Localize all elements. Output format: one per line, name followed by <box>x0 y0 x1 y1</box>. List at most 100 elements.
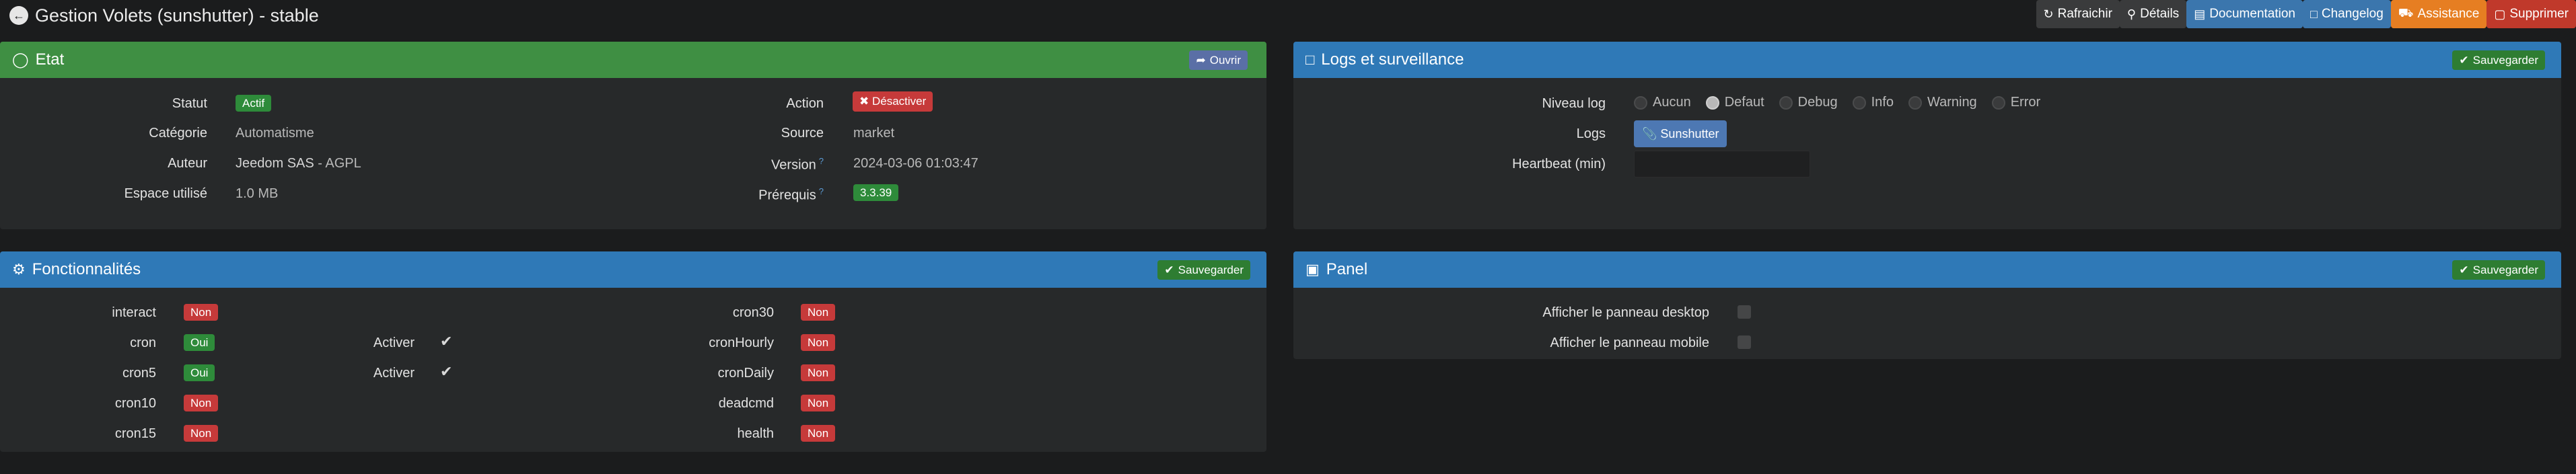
save-button[interactable]: ✔ Sauvegarder <box>1157 260 1250 280</box>
trash-icon: ▢ <box>2494 7 2506 21</box>
radio-error[interactable]: Error <box>1991 95 2040 110</box>
feature-name: deadcmd <box>718 396 774 411</box>
espace-value: 1.0 MB <box>236 186 279 201</box>
panel-panel-header: ▣ Panel ✔ Sauvegarder <box>1293 251 2561 288</box>
feature-name: cron15 <box>114 426 156 441</box>
feature-name: cron <box>130 335 156 350</box>
feature-name: cron30 <box>732 305 774 320</box>
help-icon[interactable]: ? <box>819 186 824 196</box>
categorie-label: Catégorie <box>149 126 207 141</box>
categorie-value: Automatisme <box>236 126 314 141</box>
radio-info[interactable]: Info <box>1852 95 1894 110</box>
changelog-button[interactable]: □ Changelog <box>2303 0 2391 28</box>
logs-panel: □ Logs et surveillance ✔ Sauvegarder Nive… <box>1293 42 2561 229</box>
ambulance-icon: ⛟ <box>2398 6 2414 19</box>
feature-name: cronDaily <box>717 366 774 381</box>
etat-panel: ◯ Etat ➦ Ouvrir Statut Actif Catégorie Au… <box>0 42 1266 229</box>
activer-label: Activer <box>373 366 415 381</box>
open-button[interactable]: ➦ Ouvrir <box>1189 50 1248 70</box>
deactivate-button[interactable]: ✖ Désactiver <box>853 91 933 112</box>
version-label: Version? <box>771 156 824 173</box>
logs-title: Logs et surveillance <box>1321 50 1464 69</box>
save-button[interactable]: ✔ Sauvegarder <box>2452 50 2545 70</box>
feature-status-badge: Non <box>801 395 836 411</box>
fonctionnalites-title: Fonctionnalités <box>32 260 141 278</box>
heartbeat-input[interactable] <box>1634 151 1810 177</box>
feature-status-badge: Oui <box>184 364 215 381</box>
feature-name: cronHourly <box>709 335 774 350</box>
prerequis-badge: 3.3.39 <box>853 184 899 201</box>
action-label: Action <box>786 96 824 111</box>
feature-name: health <box>737 426 775 441</box>
check-circle-icon: ✔ <box>2459 263 2469 276</box>
fonctionnalites-panel-header: ⚙ Fonctionnalités ✔ Sauvegarder <box>0 251 1266 288</box>
laptop-icon: ▣ <box>1305 261 1320 278</box>
fonctionnalites-panel: ⚙ Fonctionnalités ✔ Sauvegarder interact … <box>0 251 1266 452</box>
panel-title: Panel <box>1326 260 1368 278</box>
check-circle-icon: ✔ <box>2459 53 2469 67</box>
feature-status-badge: Non <box>801 364 836 381</box>
book-icon: ▤ <box>2194 7 2206 21</box>
file-icon: □ <box>2310 7 2318 21</box>
feature-status-badge: Non <box>801 304 836 321</box>
desktop-panel-label: Afficher le panneau desktop <box>1542 305 1709 320</box>
help-icon[interactable]: ? <box>819 156 824 166</box>
mobile-panel-label: Afficher le panneau mobile <box>1550 335 1709 350</box>
heartbeat-label: Heartbeat (min) <box>1512 157 1606 171</box>
radio-aucun[interactable]: Aucun <box>1634 95 1691 110</box>
file-icon: □ <box>1305 51 1315 68</box>
auteur-value: Jeedom SAS - AGPL <box>236 156 361 171</box>
save-button[interactable]: ✔ Sauvegarder <box>2452 260 2545 280</box>
share-icon: ➦ <box>1196 53 1206 67</box>
log-level-radio-group: Aucun Defaut Debug Info Warning Error <box>1634 95 2040 110</box>
radio-defaut[interactable]: Defaut <box>1705 95 1764 110</box>
refresh-icon: ↻ <box>2043 7 2054 21</box>
panel-panel: ▣ Panel ✔ Sauvegarder Afficher le panneau… <box>1293 251 2561 359</box>
paperclip-icon: 📎 <box>1642 127 1661 141</box>
refresh-button[interactable]: ↻ Rafraichir <box>2036 0 2120 28</box>
search-icon: ⚲ <box>2126 7 2137 21</box>
delete-button[interactable]: ▢ Supprimer <box>2486 0 2576 28</box>
radio-warning[interactable]: Warning <box>1908 95 1977 110</box>
prerequis-label: Prérequis? <box>758 186 824 203</box>
radio-debug[interactable]: Debug <box>1779 95 1838 110</box>
check-icon[interactable]: ✔ <box>440 333 452 350</box>
source-label: Source <box>781 126 824 141</box>
niveau-log-label: Niveau log <box>1542 96 1606 111</box>
logs-label: Logs <box>1576 126 1606 141</box>
circle-notch-icon: ◯ <box>12 51 29 68</box>
feature-status-badge: Non <box>184 425 219 442</box>
feature-name: interact <box>112 305 156 320</box>
desktop-panel-checkbox[interactable] <box>1738 305 1751 319</box>
toolbar: ↻ Rafraichir ⚲ Détails ▤ Documentation □ Cha… <box>2036 0 2576 28</box>
version-value: 2024-03-06 01:03:47 <box>853 156 978 171</box>
auteur-label: Auteur <box>168 156 207 171</box>
logs-panel-header: □ Logs et surveillance ✔ Sauvegarder <box>1293 42 2561 78</box>
times-icon: ✖ <box>859 95 872 108</box>
page-title: Gestion Volets (sunshutter) - stable <box>35 5 319 26</box>
feature-name: cron5 <box>122 366 156 381</box>
espace-label: Espace utilisé <box>124 186 207 201</box>
assistance-button[interactable]: ⛟ Assistance <box>2390 0 2487 28</box>
check-circle-icon: ✔ <box>1164 263 1174 276</box>
cogs-icon: ⚙ <box>12 261 26 278</box>
sunshutter-log-button[interactable]: 📎 Sunshutter <box>1634 120 1727 147</box>
feature-status-badge: Non <box>184 304 219 321</box>
feature-status-badge: Non <box>801 334 836 351</box>
etat-panel-header: ◯ Etat ➦ Ouvrir <box>0 42 1266 78</box>
check-icon[interactable]: ✔ <box>440 363 452 381</box>
feature-status-badge: Oui <box>184 334 215 351</box>
etat-title: Etat <box>35 50 65 69</box>
documentation-button[interactable]: ▤ Documentation <box>2186 0 2303 28</box>
activer-label: Activer <box>373 335 415 350</box>
page-header: ← Gestion Volets (sunshutter) - stable <box>9 0 319 31</box>
feature-name: cron10 <box>114 396 156 411</box>
source-value: market <box>853 126 895 141</box>
mobile-panel-checkbox[interactable] <box>1738 335 1751 349</box>
feature-status-badge: Non <box>801 425 836 442</box>
status-badge: Actif <box>236 95 272 112</box>
details-button[interactable]: ⚲ Détails <box>2119 0 2187 28</box>
feature-status-badge: Non <box>184 395 219 411</box>
back-arrow-icon[interactable]: ← <box>9 6 28 25</box>
statut-label: Statut <box>172 96 207 111</box>
